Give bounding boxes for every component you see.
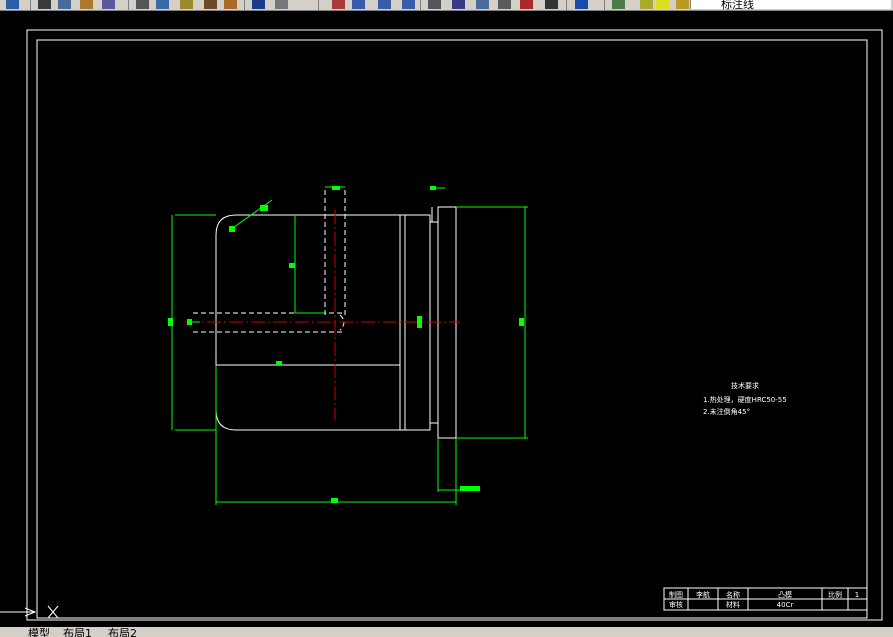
brush-icon[interactable]: [224, 0, 237, 9]
markup-icon[interactable]: [520, 0, 533, 9]
tb-r1c1: 制图: [669, 590, 683, 599]
tb-r1c2: 李航: [696, 590, 710, 599]
dimension-lines: [171, 186, 528, 505]
sheet-border-outer: [26, 29, 883, 621]
layout-tabs: 模型 布局1 布局2: [0, 627, 893, 637]
toolbar-separator: [420, 0, 421, 10]
layer-manager-icon[interactable]: [612, 0, 625, 9]
tb-r2c1: 审核: [669, 600, 683, 609]
preview-icon[interactable]: [58, 0, 71, 9]
tech-req-line-2: 2.未注倒角45°: [703, 407, 750, 416]
tb-r1c4: 凸模: [778, 590, 792, 599]
layer-name-label: 标注线: [721, 0, 754, 11]
dimension-value-labels: [168, 186, 524, 503]
toolbar-separator: [566, 0, 567, 10]
tab-layout-2[interactable]: 布局2: [108, 627, 137, 637]
redo-icon[interactable]: [275, 0, 288, 9]
tech-req-line-1: 1.热处理，硬度HRC50-55: [703, 395, 787, 404]
toolbar-separator: [128, 0, 129, 10]
toolbar-separator: [30, 0, 31, 10]
bulb-icon[interactable]: [640, 0, 653, 9]
tool-palette-icon[interactable]: [476, 0, 489, 9]
copy-icon[interactable]: [156, 0, 169, 9]
undo-icon[interactable]: [252, 0, 265, 9]
toolbar-separator: [318, 0, 319, 10]
toolbar-separator: [604, 0, 605, 10]
match-icon[interactable]: [204, 0, 217, 9]
ucs-icon: [0, 605, 59, 619]
calculator-icon[interactable]: [545, 0, 558, 9]
publish-icon[interactable]: [80, 0, 93, 9]
sun-icon[interactable]: [656, 0, 669, 9]
pan-icon[interactable]: [332, 0, 345, 9]
save-icon[interactable]: [6, 0, 19, 9]
tab-layout-1[interactable]: 布局1: [63, 627, 92, 637]
tb-r1c6: 1: [855, 591, 859, 599]
zoom-window-icon[interactable]: [378, 0, 391, 9]
tb-r2c4: 40Cr: [777, 601, 794, 609]
properties-icon[interactable]: [428, 0, 441, 9]
print-icon[interactable]: [38, 0, 51, 9]
help-icon[interactable]: [575, 0, 588, 9]
paste-icon[interactable]: [180, 0, 193, 9]
layer-dropdown[interactable]: 标注线: [690, 0, 891, 11]
sheet-border-inner: [36, 39, 868, 619]
sheet-set-icon[interactable]: [498, 0, 511, 9]
center-lines: [185, 210, 460, 420]
zoom-previous-icon[interactable]: [402, 0, 415, 9]
tb-r1c3: 名称: [726, 590, 740, 599]
plot-icon[interactable]: [102, 0, 115, 9]
cut-icon[interactable]: [136, 0, 149, 9]
tab-model[interactable]: 模型: [28, 627, 50, 637]
drawing-canvas[interactable]: 技术要求 1.热处理，硬度HRC50-55 2.未注倒角45° 制图 李航 名称…: [0, 11, 893, 625]
design-center-icon[interactable]: [452, 0, 465, 9]
zoom-realtime-icon[interactable]: [352, 0, 365, 9]
technical-requirements: 技术要求 1.热处理，硬度HRC50-55 2.未注倒角45°: [703, 381, 787, 416]
tb-r1c5: 比例: [828, 590, 842, 599]
standard-toolbar: 标注线: [0, 0, 893, 11]
lock-icon[interactable]: [676, 0, 689, 9]
tech-req-title: 技术要求: [731, 381, 759, 390]
toolbar-separator: [244, 0, 245, 10]
tb-r2c3: 材料: [726, 600, 740, 609]
